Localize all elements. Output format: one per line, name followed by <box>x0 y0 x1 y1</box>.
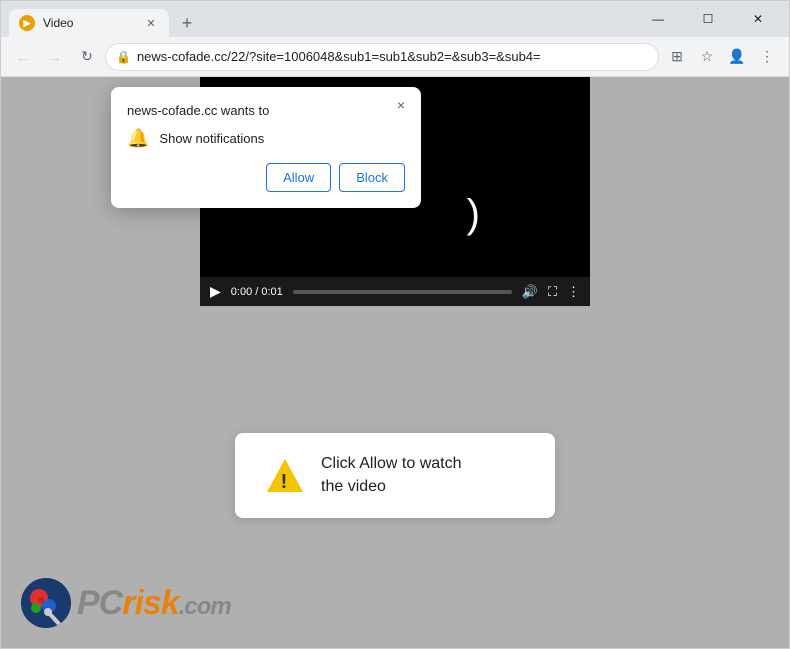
nav-actions: ⊞ ☆ 👤 ⋮ <box>663 43 781 71</box>
bell-icon: 🔔 <box>127 128 149 149</box>
page-content: × news-cofade.cc wants to 🔔 Show notific… <box>1 77 789 648</box>
close-button[interactable]: ✕ <box>735 3 781 35</box>
tab-title: Video <box>43 16 135 30</box>
pcrisk-icon <box>21 578 71 628</box>
pcrisk-text: PCrisk.com <box>77 584 231 623</box>
title-bar: ▶ Video ✕ + — ☐ ✕ <box>1 1 789 37</box>
back-button[interactable]: ← <box>9 43 37 71</box>
maximize-button[interactable]: ☐ <box>685 3 731 35</box>
forward-button[interactable]: → <box>41 43 69 71</box>
browser-window: ▶ Video ✕ + — ☐ ✕ ← → ↻ 🔒 news-cofade.cc… <box>0 0 790 649</box>
click-allow-box: ! Click Allow to watch the video <box>235 433 555 518</box>
click-allow-text: Click Allow to watch the video <box>321 453 462 498</box>
nav-bar: ← → ↻ 🔒 news-cofade.cc/22/?site=1006048&… <box>1 37 789 77</box>
popup-close-button[interactable]: × <box>391 95 411 115</box>
bookmarks-button[interactable]: ☆ <box>693 43 721 71</box>
refresh-button[interactable]: ↻ <box>73 43 101 71</box>
play-button[interactable]: ▶ <box>210 283 221 300</box>
address-bar[interactable]: 🔒 news-cofade.cc/22/?site=1006048&sub1=s… <box>105 43 659 71</box>
svg-text:!: ! <box>281 471 288 493</box>
tab-favicon: ▶ <box>19 15 35 31</box>
video-time: 0:00 / 0:01 <box>231 286 283 298</box>
extensions-button[interactable]: ⊞ <box>663 43 691 71</box>
profile-button[interactable]: 👤 <box>723 43 751 71</box>
minimize-button[interactable]: — <box>635 3 681 35</box>
popup-buttons: Allow Block <box>127 163 405 192</box>
video-more-button[interactable]: ⋮ <box>567 284 580 300</box>
block-button[interactable]: Block <box>339 163 405 192</box>
video-screen-decoration: ) <box>467 192 480 237</box>
popup-permission: 🔔 Show notifications <box>127 128 405 149</box>
volume-button[interactable]: 🔊 <box>522 284 538 300</box>
active-tab[interactable]: ▶ Video ✕ <box>9 9 169 37</box>
allow-button[interactable]: Allow <box>266 163 331 192</box>
lock-icon: 🔒 <box>116 50 131 64</box>
fullscreen-button[interactable]: ⛶ <box>548 284 557 300</box>
permission-text: Show notifications <box>159 131 264 146</box>
address-text: news-cofade.cc/22/?site=1006048&sub1=sub… <box>137 49 648 64</box>
window-controls: — ☐ ✕ <box>635 3 781 35</box>
video-controls: ▶ 0:00 / 0:01 🔊 ⛶ ⋮ <box>200 277 590 306</box>
warning-triangle-icon: ! <box>265 456 305 496</box>
popup-title: news-cofade.cc wants to <box>127 103 405 118</box>
video-progress-bar[interactable] <box>293 290 512 294</box>
menu-button[interactable]: ⋮ <box>753 43 781 71</box>
tab-bar: ▶ Video ✕ + <box>9 1 631 37</box>
notification-popup: × news-cofade.cc wants to 🔔 Show notific… <box>111 87 421 208</box>
new-tab-button[interactable]: + <box>173 9 201 37</box>
tab-close-button[interactable]: ✕ <box>143 15 159 31</box>
pcrisk-logo: PCrisk.com <box>21 578 231 628</box>
